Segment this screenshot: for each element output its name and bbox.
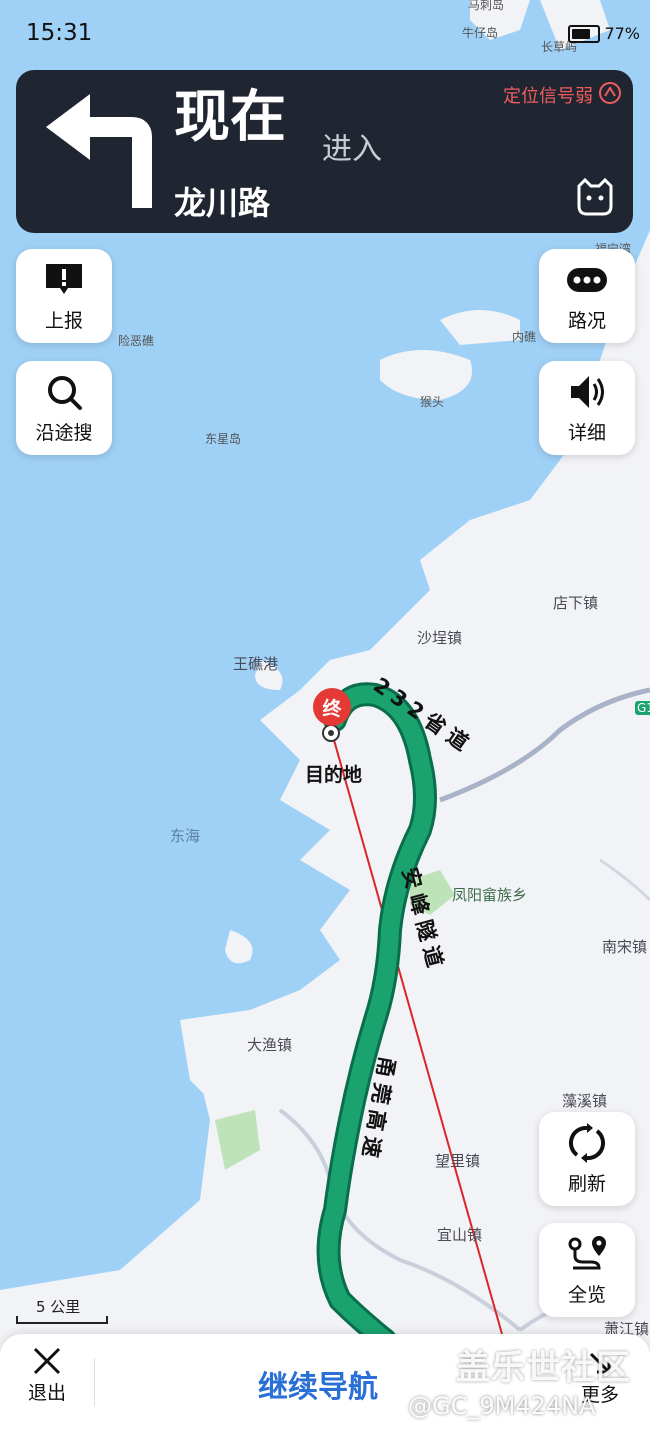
weak-signal-icon xyxy=(599,82,621,104)
route-overview-icon xyxy=(568,1235,606,1269)
instruction-time: 现在 xyxy=(174,85,286,150)
overview-button[interactable]: 全览 xyxy=(539,1223,635,1317)
traffic-button[interactable]: 路况 xyxy=(539,249,635,343)
continue-navigation-button[interactable]: 继续导航 xyxy=(258,1362,378,1406)
assistant-cat-icon[interactable] xyxy=(573,174,617,218)
overview-label: 全览 xyxy=(567,1283,606,1306)
battery-indicator: 77% xyxy=(568,24,640,43)
place-label: 王礁港 xyxy=(233,655,279,673)
speaker-icon xyxy=(571,375,604,408)
report-label: 上报 xyxy=(44,309,83,332)
divider xyxy=(94,1358,95,1406)
refresh-label: 刷新 xyxy=(567,1172,606,1195)
destination-label: 目的地 xyxy=(305,764,363,786)
next-road-name: 龙川路 xyxy=(174,184,271,222)
scale-label: 5 公里 xyxy=(36,1298,81,1316)
battery-icon xyxy=(568,24,601,43)
place-label: 沙埕镇 xyxy=(417,629,463,647)
place-label: 东海 xyxy=(170,827,201,845)
status-time: 15:31 xyxy=(26,20,93,46)
navigation-instruction-card: 现在 进入 龙川路 定位信号弱 xyxy=(16,70,633,233)
report-icon xyxy=(46,263,82,294)
battery-level: 77% xyxy=(604,24,640,43)
place-label: 险恶礁 xyxy=(118,334,155,348)
refresh-button[interactable]: 刷新 xyxy=(539,1112,635,1206)
instruction-action: 进入 xyxy=(322,132,382,167)
place-label: 凤阳畲族乡 xyxy=(452,886,528,904)
search-along-label: 沿途搜 xyxy=(35,421,93,444)
search-along-button[interactable]: 沿途搜 xyxy=(16,361,112,455)
close-icon xyxy=(33,1347,61,1375)
traffic-label: 路况 xyxy=(567,309,606,332)
watermark-handle: @GC_9M424NA xyxy=(408,1392,596,1420)
place-label: 藻溪镇 xyxy=(562,1092,608,1110)
highway-shield: G15 xyxy=(635,701,650,715)
detail-button[interactable]: 详细 xyxy=(539,361,635,455)
exit-label: 退出 xyxy=(27,1382,66,1404)
place-label: 店下镇 xyxy=(553,594,599,612)
watermark-title: 盖乐世社区 xyxy=(456,1348,631,1388)
report-button[interactable]: 上报 xyxy=(16,249,112,343)
exit-button[interactable]: 退出 xyxy=(22,1346,72,1405)
place-label: 南宋镇 xyxy=(602,938,648,956)
turn-left-arrow-icon xyxy=(46,94,152,208)
gps-signal-warning: 定位信号弱 xyxy=(503,86,593,107)
refresh-icon xyxy=(568,1122,606,1163)
status-bar: 15:31 77% xyxy=(0,0,650,64)
place-label: 望里镇 xyxy=(435,1152,481,1170)
place-label: 宜山镇 xyxy=(437,1226,483,1244)
destination-pin[interactable]: 终 xyxy=(313,688,351,726)
scale-bar xyxy=(16,1316,108,1324)
more-dots-icon xyxy=(567,267,607,292)
detail-label: 详细 xyxy=(567,421,606,444)
place-label: 内礁 xyxy=(512,330,537,344)
place-label: 东星岛 xyxy=(205,432,242,446)
map-scale: 5 公里 xyxy=(16,1296,108,1324)
place-label: 猴头 xyxy=(420,395,445,409)
place-label: 大渔镇 xyxy=(247,1036,293,1054)
search-icon xyxy=(48,375,82,410)
